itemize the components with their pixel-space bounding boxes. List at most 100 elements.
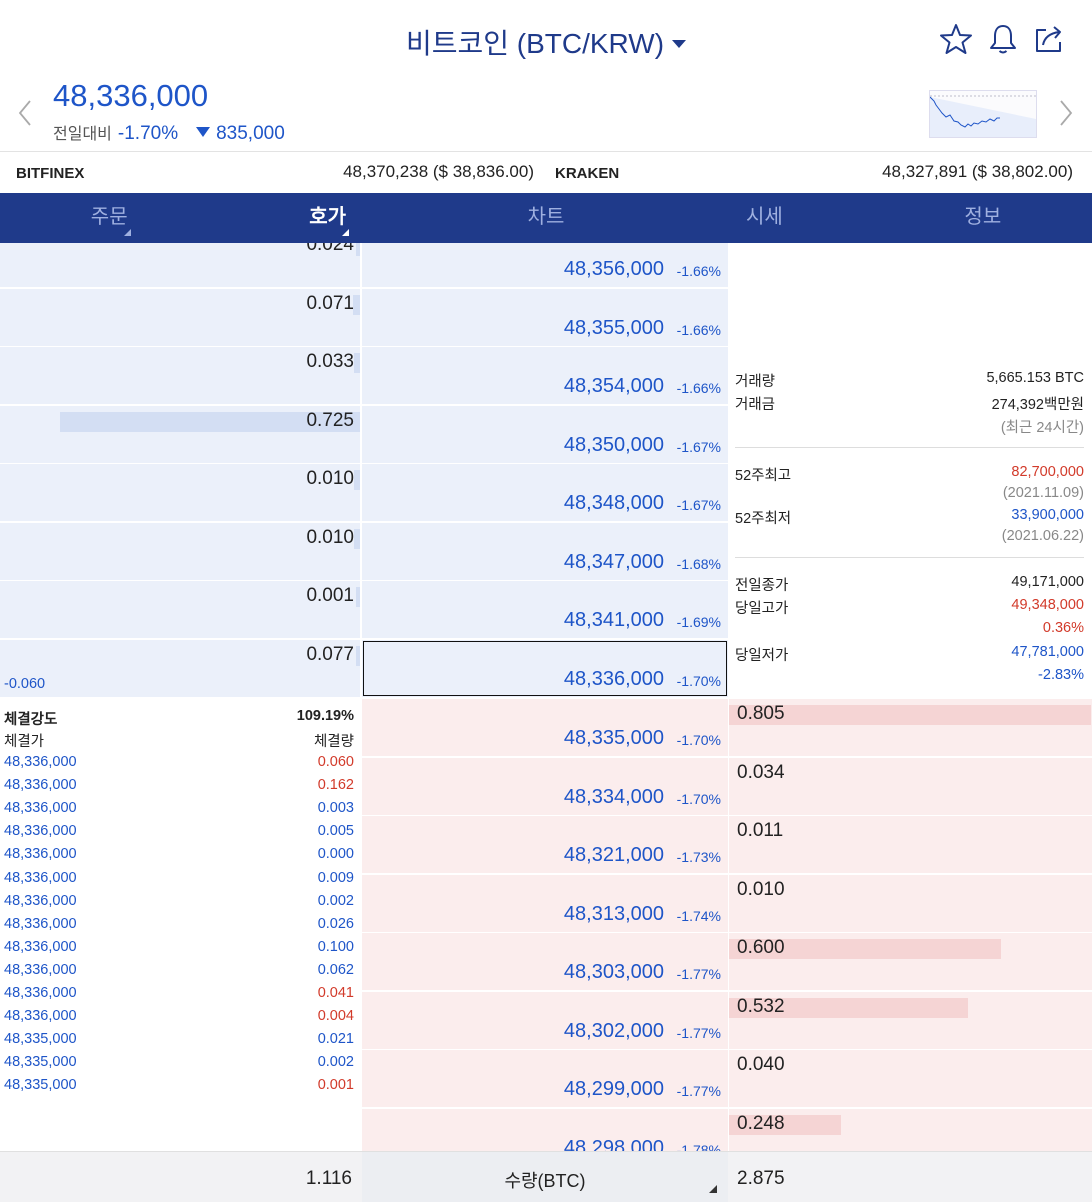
ask-price: 48,341,000 xyxy=(563,609,664,631)
trade-row: 48,336,000 0.041 xyxy=(4,985,354,1005)
volume-value: 5,665.153 BTC xyxy=(986,370,1084,386)
bid-rate: -1.70% xyxy=(676,790,721,807)
chevron-right-icon[interactable] xyxy=(1058,98,1074,128)
exchange-price: 48,370,238 ($ 38,836.00) xyxy=(343,162,534,181)
bell-icon[interactable] xyxy=(986,22,1020,56)
tab-label: 주문 xyxy=(90,206,128,228)
ask-qty: 0.033 xyxy=(306,351,354,372)
trade-price: 48,336,000 xyxy=(4,915,77,932)
chevron-left-icon[interactable] xyxy=(17,98,33,128)
exchange-price-row: BITFINEX 48,370,238 ($ 38,836.00) KRAKEN… xyxy=(0,151,1092,193)
ask-price: 48,350,000 xyxy=(563,433,664,456)
unit-selector[interactable]: 수량(BTC) xyxy=(362,1152,728,1202)
corner-mark-icon xyxy=(342,229,350,236)
ask-qty-cell[interactable]: 0.033 xyxy=(0,347,360,404)
trade-qty: 0.005 xyxy=(317,823,354,840)
bid-price-cell[interactable]: 48,303,000 -1.77% xyxy=(362,933,728,990)
market-selector[interactable]: 비트코인 (BTC/KRW) xyxy=(0,22,1092,62)
ask-qty-cell[interactable]: 0.001 xyxy=(0,581,360,638)
ask-price-cell[interactable]: 48,350,000 -1.67% xyxy=(362,405,728,463)
trade-row: 48,335,000 0.001 xyxy=(4,1077,354,1097)
ask-qty-bar xyxy=(354,528,360,549)
tab-quotes[interactable]: 시세 xyxy=(655,193,873,243)
ask-qty-cell[interactable]: 0.077 xyxy=(0,639,360,697)
trade-price-header: 체결가 xyxy=(4,734,45,750)
ask-price-cell[interactable]: 48,341,000 -1.69% xyxy=(362,581,728,638)
ask-price-cell[interactable]: 48,347,000 -1.68% xyxy=(362,522,728,580)
bid-price-cell[interactable]: 48,313,000 -1.74% xyxy=(362,874,728,932)
divider xyxy=(735,447,1084,448)
prev-close-label: 전일종가 xyxy=(735,578,789,594)
bid-rate: -1.70% xyxy=(676,732,721,748)
ask-rate: -1.66% xyxy=(676,380,721,396)
bid-price: 48,303,000 xyxy=(563,961,664,983)
tab-bar: 주문 호가 차트 시세 정보 xyxy=(0,193,1092,243)
trade-row: 48,336,000 0.060 xyxy=(4,754,354,774)
trade-row: 48,336,000 0.000 xyxy=(4,846,354,866)
trade-qty: 0.004 xyxy=(317,1008,354,1025)
trade-price: 48,335,000 xyxy=(4,1031,77,1048)
bid-qty: 0.600 xyxy=(737,937,785,958)
bid-qty-cell[interactable]: 0.010 xyxy=(729,874,1092,932)
ask-rate: -1.67% xyxy=(676,497,721,513)
bid-price-cell[interactable]: 48,302,000 -1.77% xyxy=(362,991,728,1049)
trade-qty: 0.162 xyxy=(317,777,354,794)
trade-qty-header: 체결량 xyxy=(313,734,354,750)
ask-price-cell[interactable]: 48,348,000 -1.67% xyxy=(362,464,728,521)
bid-price: 48,299,000 xyxy=(563,1078,664,1100)
tab-orderbook[interactable]: 호가 xyxy=(218,193,436,243)
bid-rate: -1.73% xyxy=(676,849,721,865)
trade-price: 48,336,000 xyxy=(4,777,77,794)
trade-price: 48,336,000 xyxy=(4,869,77,886)
tab-info[interactable]: 정보 xyxy=(874,193,1092,243)
period-note: (최근 24시간) xyxy=(1000,420,1084,436)
exchange-price: 48,327,891 ($ 38,802.00) xyxy=(882,162,1073,181)
ask-qty: 0.024 xyxy=(306,243,354,255)
ask-price-cell[interactable]: 48,356,000 -1.66% xyxy=(362,243,728,287)
bid-qty-cell[interactable]: 0.034 xyxy=(729,757,1092,815)
ask-qty-cell[interactable]: 0.071 xyxy=(0,288,360,346)
ask-qty-cell[interactable]: 0.010 xyxy=(0,464,360,521)
tab-chart[interactable]: 차트 xyxy=(437,193,655,243)
bid-price-cell[interactable]: 48,298,000 -1.78% xyxy=(362,1108,728,1152)
chevron-down-icon[interactable] xyxy=(672,39,687,48)
bid-price: 48,334,000 xyxy=(563,785,664,808)
bid-qty-cell[interactable]: 0.248 xyxy=(729,1108,1092,1151)
ask-qty-bar xyxy=(354,353,360,373)
ask-price-cell[interactable]: 48,354,000 -1.66% xyxy=(362,347,728,404)
exchange-name: BITFINEX xyxy=(16,165,85,182)
star-icon[interactable] xyxy=(939,22,973,56)
bid-rate: -1.74% xyxy=(676,907,721,924)
bid-qty-cell[interactable]: 0.040 xyxy=(729,1050,1092,1107)
page-title[interactable]: 비트코인 (BTC/KRW) xyxy=(406,28,664,59)
diff-amount: 835,000 xyxy=(216,123,285,144)
ask-qty-cell[interactable]: 0.024 xyxy=(0,243,360,287)
divider xyxy=(735,557,1084,558)
bid-rate: -1.77% xyxy=(676,1083,721,1099)
share-icon[interactable] xyxy=(1032,22,1066,56)
bid-rate: -1.78% xyxy=(676,1141,721,1152)
orderbook-footer: 1.116 수량(BTC) 2.875 xyxy=(0,1151,1092,1202)
bid-qty-cell[interactable]: 0.805 xyxy=(729,699,1092,756)
tab-order[interactable]: 주문 xyxy=(0,193,218,243)
mini-price-chart[interactable] xyxy=(929,90,1037,138)
ask-qty-cell[interactable]: 0.010 xyxy=(0,522,360,580)
tab-label: 시세 xyxy=(746,206,783,228)
bid-price-cell[interactable]: 48,299,000 -1.77% xyxy=(362,1050,728,1107)
trade-row: 48,336,000 0.009 xyxy=(4,870,354,890)
ask-qty-cell[interactable]: 0.725 xyxy=(0,405,360,463)
bid-price-cell[interactable]: 48,334,000 -1.70% xyxy=(362,757,728,815)
bid-price-cell[interactable]: 48,321,000 -1.73% xyxy=(362,816,728,873)
bid-price-cell[interactable]: 48,335,000 -1.70% xyxy=(362,699,728,756)
bid-qty-cell[interactable]: 0.532 xyxy=(729,991,1092,1049)
bid-qty-cell[interactable]: 0.011 xyxy=(729,816,1092,873)
qty-change: -0.060 xyxy=(4,675,46,692)
low52-label: 52주최저 xyxy=(735,511,792,527)
corner-mark-icon xyxy=(124,229,131,236)
ask-qty: 0.010 xyxy=(306,468,354,489)
ask-qty-bar xyxy=(356,243,360,256)
bid-qty-cell[interactable]: 0.600 xyxy=(729,933,1092,990)
ask-price-cell[interactable]: 48,355,000 -1.66% xyxy=(362,288,728,346)
ask-qty: 0.077 xyxy=(306,643,354,665)
bid-rate: -1.77% xyxy=(676,966,721,982)
